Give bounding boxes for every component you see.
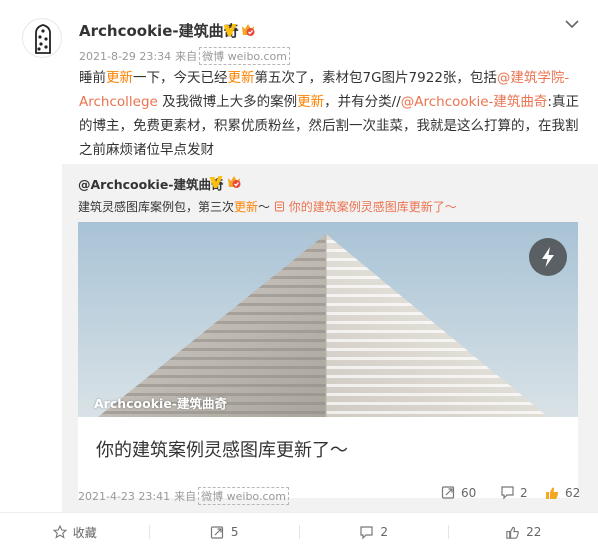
mention-link[interactable]: @Archcookie-建筑曲奇 (401, 94, 548, 110)
author-badges (222, 22, 256, 38)
post-text-highlight: 更新 (106, 70, 133, 86)
weibo-post-card: Archcookie-建筑曲奇 2021-8-29 23:34 来自 微博 we… (0, 0, 598, 550)
post-text-segment: 一下，今天已经 (133, 70, 228, 86)
comment-button[interactable]: 2 (299, 513, 449, 550)
comment-icon (360, 525, 374, 539)
avatar-cookie-icon (35, 24, 51, 54)
post-meta: 2021-8-29 23:34 来自 微博 weibo.com (79, 47, 290, 65)
repost-text-highlight: 更新 (234, 200, 259, 214)
repost-comments-button[interactable]: 2 (500, 485, 528, 500)
repost-article-link[interactable]: 你的建筑案例灵感图库更新了～ (274, 200, 457, 214)
post-text-segment: 睡前 (79, 70, 106, 86)
repost-reposts-button[interactable]: 60 (441, 485, 476, 500)
more-options-button[interactable] (562, 14, 582, 34)
image-watermark: Archcookie-建筑曲奇 (94, 396, 227, 411)
repost-icon (441, 486, 455, 499)
repost-text-after: ～ (258, 200, 274, 214)
post-text: 睡前更新一下，今天已经更新第五次了，素材包7G图片7922张，包括@建筑学院-A… (79, 66, 579, 162)
star-icon (52, 525, 67, 539)
repost-footer: 2021-4-23 23:41 来自 微博 weibo.com 60 2 62 (62, 484, 598, 505)
like-button[interactable]: 22 (449, 513, 598, 550)
article-cover-image (78, 222, 578, 417)
repost-text-before: 建筑灵感图库案例包，第三次 (78, 200, 235, 214)
comment-count: 2 (380, 525, 389, 539)
post-source[interactable]: 微博 weibo.com (199, 47, 290, 65)
vip-badge-icon (228, 176, 241, 188)
repost-reposts-count: 60 (461, 485, 477, 500)
repost-button[interactable]: 5 (150, 513, 300, 550)
like-icon (506, 526, 519, 539)
post-text-segment: 及我微博上大多的案例 (157, 94, 298, 110)
link-icon (274, 201, 284, 212)
verified-v-icon (223, 24, 237, 36)
repost-time[interactable]: 2021-4-23 23:41 (78, 490, 170, 503)
repost-likes-button[interactable]: 62 (544, 485, 580, 501)
post-time[interactable]: 2021-8-29 23:34 (79, 50, 171, 63)
vip-badge-icon (242, 24, 255, 36)
post-text-segment: 第五次了，素材包7G图片7922张，包括 (254, 70, 497, 86)
post-text-segment: ，并有分类// (324, 94, 401, 110)
repost-comments-count: 2 (520, 485, 528, 500)
repost-from-label: 来自 (174, 490, 197, 503)
flash-button[interactable] (529, 238, 567, 276)
repost-count: 5 (230, 525, 239, 539)
from-label: 来自 (175, 50, 198, 63)
repost-likes-count: 62 (565, 486, 581, 500)
post-text-highlight: 更新 (297, 94, 325, 110)
repost-meta: 2021-4-23 23:41 来自 微博 weibo.com (78, 487, 289, 505)
favorite-label: 收藏 (72, 525, 97, 540)
flash-icon (542, 247, 554, 267)
repost-source[interactable]: 微博 weibo.com (198, 487, 289, 505)
article-card[interactable]: Archcookie-建筑曲奇 你的建筑案例灵感图库更新了～ (78, 222, 578, 498)
repost-text: 建筑灵感图库案例包，第三次更新～ 你的建筑案例灵感图库更新了～ (78, 198, 457, 215)
like-icon (546, 487, 559, 499)
like-count: 22 (526, 525, 542, 539)
repost-author[interactable]: @Archcookie-建筑曲奇 (78, 174, 224, 193)
repost-box[interactable]: @Archcookie-建筑曲奇 建筑灵感图库案例包，第三次更新～ 你的建筑案例… (62, 164, 598, 512)
comment-icon (501, 486, 514, 500)
repost-author-badges (208, 174, 242, 190)
verified-v-icon (209, 176, 223, 188)
action-bar: 收藏 5 2 22 (0, 512, 598, 550)
repost-link-text: 你的建筑案例灵感图库更新了～ (288, 200, 457, 214)
article-title[interactable]: 你的建筑案例灵感图库更新了～ (96, 436, 348, 462)
author-name[interactable]: Archcookie-建筑曲奇 (79, 20, 239, 41)
post-text-highlight: 更新 (227, 70, 255, 86)
repost-icon (210, 525, 224, 539)
favorite-button[interactable]: 收藏 (0, 513, 150, 550)
chevron-down-icon (565, 20, 579, 29)
avatar[interactable] (22, 18, 62, 58)
